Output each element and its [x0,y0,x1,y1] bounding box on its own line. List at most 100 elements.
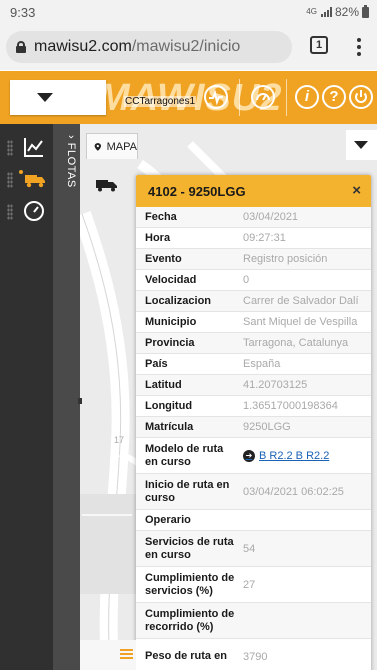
popup-title: 4102 - 9250LGG [148,183,246,199]
detail-key: Servicios de ruta en curso [145,535,234,561]
detail-value: 54 [243,542,256,555]
browser-menu-icon[interactable] [349,36,369,58]
detail-key: Inicio de ruta en curso [145,478,230,504]
detail-key: Modelo de ruta en curso [145,442,224,468]
sidebar [0,124,53,670]
detail-key: Hora [145,231,171,244]
table-row: Servicios de ruta en curso 54 [136,531,371,567]
gauge-icon [24,201,44,221]
table-row: Velocidad 0 [136,270,371,291]
table-row: Cumplimiento de recorrido (%) [136,603,371,639]
detail-key: Longitud [145,399,193,412]
menu-icon[interactable] [120,649,133,659]
info-icon[interactable]: i [295,85,319,109]
drag-handle-icon[interactable] [7,172,13,188]
table-row: Peso de ruta en 3790 [136,639,371,670]
help-icon[interactable]: ? [322,85,346,109]
bottom-toolbar [80,640,136,670]
table-row: Localizacion Carrer de Salvador Dalí [136,291,371,312]
detail-value: Tarragona, Catalunya [243,337,349,349]
fleet-label: FLOTAS [65,142,77,188]
detail-value: 41.20703125 [243,379,308,391]
map-pin-icon [94,142,102,151]
network-type: 4G [306,7,317,16]
status-bar: 9:33 4G 82% [0,0,377,24]
detail-key: Cumplimiento de recorrido (%) [145,607,235,633]
detail-key: Velocidad [145,273,197,286]
status-indicators: 4G 82% [306,4,369,19]
tab-switcher-button[interactable]: 1 [310,36,328,54]
detail-value: Registro posición [243,253,328,265]
detail-key: Provincia [145,336,195,349]
detail-value: 1.36517000198364 [243,400,338,412]
table-row: Evento Registro posición [136,249,371,270]
tab-map[interactable]: MAPA [86,133,138,159]
status-time: 9:33 [10,5,36,20]
detail-key: Peso de ruta en [145,650,227,662]
pulse-icon[interactable] [204,85,228,109]
detail-value: 03/04/2021 [243,211,299,223]
sidebar-item-gauge[interactable] [0,196,53,230]
header-divider [286,79,287,116]
detail-key: Cumplimiento de servicios (%) [145,571,235,597]
power-icon[interactable] [349,85,373,109]
battery-icon [362,4,369,18]
selected-center-label: CCTarragones1 [124,96,197,107]
detail-key: Evento [145,252,182,265]
detail-value: 09:27:31 [243,232,286,244]
chart-icon [24,138,43,157]
table-row: Hora 09:27:31 [136,228,371,249]
table-row: Operario [136,510,371,531]
detail-value: Carrer de Salvador Dalí [243,295,359,307]
detail-value: España [243,358,281,370]
vehicle-details-table: Fecha 03/04/2021 Hora 09:27:31 Evento Re… [136,207,371,670]
fleet-panel-collapsed[interactable] [53,124,80,670]
table-row: Municipio Sant Miquel de Vespilla [136,312,371,333]
browser-toolbar: mawisu2.com/mawisu2/inicio 1 [0,24,377,70]
detail-value: 9250LGG [243,421,291,433]
chevron-down-icon [354,141,368,149]
route-model-value: B R2.2 B R2.2 [259,449,330,462]
signal-icon [320,7,332,17]
header-dropdown[interactable] [10,80,106,115]
route-icon: ➔ [243,449,255,462]
sidebar-item-charts[interactable] [0,132,53,166]
fleet-panel-toggle[interactable]: › FLOTAS [57,135,77,188]
detail-value [236,510,371,530]
popup-header: 4102 - 9250LGG × [136,175,371,207]
table-row: Cumplimiento de servicios (%) 27 [136,567,371,603]
detail-key: Fecha [145,210,177,223]
address-bar[interactable]: mawisu2.com/mawisu2/inicio [6,31,292,63]
header-divider [239,79,240,116]
detail-value: 3790 [243,650,268,663]
detail-value: Sant Miquel de Vespilla [243,316,358,328]
battery-level: 82% [334,5,359,19]
detail-value: 0 [243,274,250,286]
detail-key: Localizacion [145,294,212,307]
vehicle-marker-icon[interactable] [95,178,119,192]
lock-icon [16,41,26,53]
detail-value: 03/04/2021 06:02:25 [243,485,344,498]
chevron-right-icon: › [65,135,77,143]
url-text[interactable]: mawisu2.com/mawisu2/inicio [34,38,240,56]
table-row: Inicio de ruta en curso 03/04/2021 06:02… [136,474,371,510]
map-options-dropdown[interactable] [346,130,377,160]
map-handle [78,398,82,404]
table-row: País España [136,354,371,375]
drag-handle-icon[interactable] [7,204,13,220]
detail-key: Municipio [145,315,197,328]
gauge-icon[interactable] [251,85,275,109]
drag-handle-icon[interactable] [7,140,13,156]
table-row: Latitud 41.20703125 [136,375,371,396]
vehicle-info-popup: 4102 - 9250LGG × Fecha 03/04/2021 Hora 0… [136,175,371,670]
table-row: Provincia Tarragona, Catalunya [136,333,371,354]
sidebar-item-fleet[interactable] [0,164,53,198]
table-row: Longitud 1.36517000198364 [136,396,371,417]
detail-value: 27 [243,578,256,591]
route-model-link[interactable]: ➔ B R2.2 B R2.2 [236,438,371,473]
tab-map-label: MAPA [106,140,137,153]
url-path: /mawisu2/inicio [131,38,241,55]
map-street-number: 17 [114,435,125,445]
detail-key: Operario [145,513,191,526]
close-icon[interactable]: × [352,182,361,199]
